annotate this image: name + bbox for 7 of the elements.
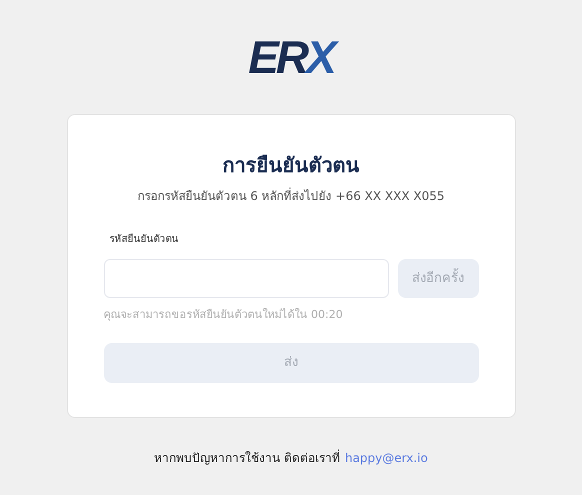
resend-hint: คุณจะสามารถขอรหัสยืนยันตัวตนใหม่ได้ใน 00:20: [104, 307, 344, 323]
card-title: การยืนยันตัวตน: [222, 152, 360, 179]
card-subtitle: กรอกรหัสยืนยันตัวตน 6 หลักที่ส่งไปยัง +66 XX XXX X055: [136, 187, 446, 205]
footer-text: หากพบปัญหาการใช้งาน ติดต่อเราที่: [154, 448, 340, 466]
email-link[interactable]: happy@erx.io: [344, 448, 428, 466]
code-input-field[interactable]: [104, 259, 388, 298]
field-label: รหัสยืนยันตัวตน: [110, 232, 180, 247]
